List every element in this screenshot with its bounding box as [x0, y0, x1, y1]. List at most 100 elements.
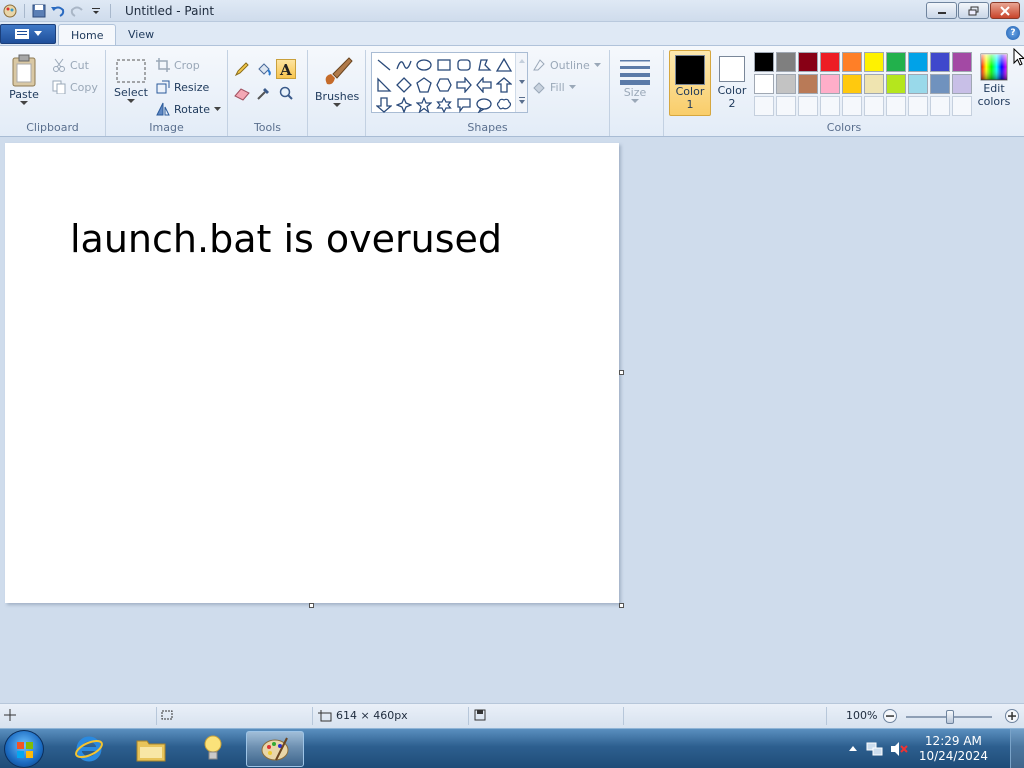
paste-button[interactable]: Paste	[8, 54, 40, 106]
oval-callout-shape[interactable]	[474, 95, 494, 115]
palette-swatch[interactable]	[886, 74, 906, 94]
redo-icon[interactable]	[69, 3, 85, 19]
four-point-star-shape[interactable]	[394, 95, 414, 115]
color2-selector[interactable]: Color 2	[711, 50, 753, 116]
zoom-slider-thumb[interactable]	[946, 710, 954, 724]
copy-button[interactable]: Copy	[52, 78, 98, 96]
undo-icon[interactable]	[50, 3, 66, 19]
tab-view[interactable]: View	[116, 24, 166, 46]
polygon-shape[interactable]	[474, 55, 494, 75]
palette-swatch[interactable]	[842, 52, 862, 72]
crop-button[interactable]: Crop	[156, 56, 200, 74]
resize-handle-right[interactable]	[619, 370, 624, 375]
hexagon-shape[interactable]	[434, 75, 454, 95]
zoom-in-button[interactable]	[1004, 708, 1020, 724]
show-desktop-button[interactable]	[1010, 729, 1024, 768]
outline-button[interactable]: Outline	[532, 56, 601, 74]
diamond-shape[interactable]	[394, 75, 414, 95]
up-arrow-shape[interactable]	[494, 75, 514, 95]
cut-button[interactable]: Cut	[52, 56, 89, 74]
palette-swatch[interactable]	[842, 74, 862, 94]
volume-tray-icon[interactable]	[887, 741, 911, 757]
close-button[interactable]	[990, 2, 1020, 19]
tab-home[interactable]: Home	[58, 24, 117, 46]
taskbar-file-explorer[interactable]	[124, 731, 178, 767]
palette-swatch[interactable]	[886, 52, 906, 72]
start-button[interactable]	[4, 730, 44, 768]
rounded-rectangle-shape[interactable]	[454, 55, 474, 75]
custom-color-slot[interactable]	[886, 96, 906, 116]
line-shape[interactable]	[374, 55, 394, 75]
show-hidden-icons-button[interactable]	[843, 746, 863, 752]
curve-shape[interactable]	[394, 55, 414, 75]
taskbar-internet-explorer[interactable]	[62, 731, 116, 767]
five-point-star-shape[interactable]	[414, 95, 434, 115]
custom-color-slot[interactable]	[842, 96, 862, 116]
rotate-button[interactable]: Rotate	[156, 100, 222, 118]
color1-selector[interactable]: Color 1	[669, 50, 711, 116]
down-arrow-shape[interactable]	[374, 95, 394, 115]
paint-app-icon[interactable]	[2, 3, 18, 19]
text-tool[interactable]: A	[276, 59, 296, 79]
fill-tool[interactable]	[254, 59, 274, 79]
rectangle-shape[interactable]	[434, 55, 454, 75]
custom-color-slot[interactable]	[864, 96, 884, 116]
shapes-scrollbar[interactable]	[515, 53, 527, 112]
right-triangle-shape[interactable]	[374, 75, 394, 95]
resize-handle-corner[interactable]	[619, 603, 624, 608]
palette-swatch[interactable]	[908, 52, 928, 72]
resize-button[interactable]: Resize	[156, 78, 209, 96]
pencil-tool[interactable]	[232, 59, 252, 79]
cloud-callout-shape[interactable]	[494, 95, 514, 115]
minimize-button[interactable]	[926, 2, 957, 19]
six-point-star-shape[interactable]	[434, 95, 454, 115]
custom-color-slot[interactable]	[908, 96, 928, 116]
restore-button[interactable]	[958, 2, 989, 19]
fill-button[interactable]: Fill	[532, 78, 576, 96]
network-tray-icon[interactable]	[863, 741, 887, 757]
select-button[interactable]: Select	[114, 56, 148, 104]
taskbar-paint[interactable]	[246, 731, 304, 767]
palette-swatch[interactable]	[776, 52, 796, 72]
magnifier-tool[interactable]	[276, 83, 296, 103]
taskbar-clock[interactable]: 12:29 AM 10/24/2024	[919, 734, 988, 764]
pentagon-shape[interactable]	[414, 75, 434, 95]
help-icon[interactable]: ?	[1006, 26, 1020, 40]
oval-shape[interactable]	[414, 55, 434, 75]
brushes-button[interactable]: Brushes	[315, 54, 359, 108]
palette-swatch[interactable]	[754, 52, 774, 72]
palette-swatch[interactable]	[864, 52, 884, 72]
custom-color-slot[interactable]	[776, 96, 796, 116]
palette-swatch[interactable]	[952, 52, 972, 72]
triangle-shape[interactable]	[494, 55, 514, 75]
custom-color-slot[interactable]	[798, 96, 818, 116]
palette-swatch[interactable]	[776, 74, 796, 94]
custom-color-slot[interactable]	[754, 96, 774, 116]
right-arrow-shape[interactable]	[454, 75, 474, 95]
palette-swatch[interactable]	[930, 52, 950, 72]
drawing-canvas[interactable]: launch.bat is overused	[5, 143, 619, 603]
palette-swatch[interactable]	[930, 74, 950, 94]
custom-color-slot[interactable]	[930, 96, 950, 116]
palette-swatch[interactable]	[798, 74, 818, 94]
palette-swatch[interactable]	[798, 52, 818, 72]
palette-swatch[interactable]	[754, 74, 774, 94]
zoom-out-button[interactable]	[882, 708, 898, 724]
custom-color-slot[interactable]	[820, 96, 840, 116]
edit-colors-button[interactable]: Edit colors	[976, 52, 1012, 108]
color-picker-tool[interactable]	[254, 83, 274, 103]
palette-swatch[interactable]	[820, 52, 840, 72]
resize-handle-bottom[interactable]	[309, 603, 314, 608]
palette-swatch[interactable]	[864, 74, 884, 94]
palette-swatch[interactable]	[908, 74, 928, 94]
left-arrow-shape[interactable]	[474, 75, 494, 95]
palette-swatch[interactable]	[820, 74, 840, 94]
palette-swatch[interactable]	[952, 74, 972, 94]
save-icon[interactable]	[31, 3, 47, 19]
custom-color-slot[interactable]	[952, 96, 972, 116]
eraser-tool[interactable]	[232, 83, 252, 103]
rounded-callout-shape[interactable]	[454, 95, 474, 115]
size-button[interactable]: Size	[618, 56, 652, 104]
paint-menu-button[interactable]	[0, 24, 56, 44]
customize-qat-icon[interactable]	[88, 3, 104, 19]
